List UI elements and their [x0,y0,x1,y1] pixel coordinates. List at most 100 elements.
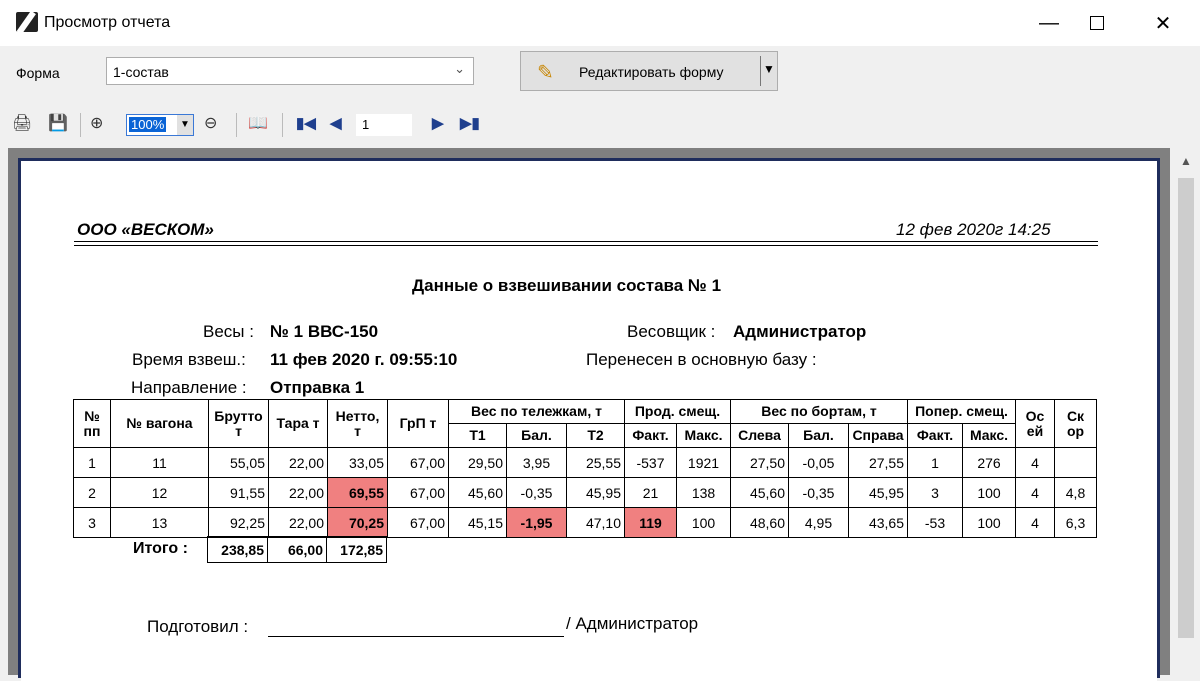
toolbar-divider [236,113,237,137]
header-wagon: № вагона [110,399,209,448]
cell: 3 [907,477,963,508]
minimize-icon: — [1039,11,1059,34]
header-right: Справа [848,423,908,448]
scroll-up-icon[interactable]: ▲ [1180,154,1192,168]
cell: 4,95 [788,507,849,538]
maximize-button[interactable] [1074,0,1120,46]
maximize-icon [1090,16,1104,30]
direction-value: Отправка 1 [270,378,365,397]
cell: 2 [73,477,111,508]
report-date: 12 фев 2020г 14:25 [896,220,1051,239]
cell: -0,35 [506,477,567,508]
cell: 48,60 [730,507,789,538]
dropdown-arrow-icon[interactable]: ▼ [763,62,775,76]
cell: 4 [1015,477,1055,508]
cell: 45,60 [448,477,507,508]
chevron-down-icon: ⌄ [454,61,465,76]
book-icon[interactable]: 📖 [248,113,268,133]
header-brutto: Брутто т [208,399,269,448]
last-page-icon[interactable]: ▶▮ [460,114,480,132]
totals-table: 238,85 66,00 172,85 [207,536,387,563]
cell: 1 [907,447,963,478]
cell: 100 [962,507,1016,538]
cell: 4 [1015,447,1055,478]
weigher-value: Администратор [733,322,867,341]
header-cross-group: Попер. смещ. [907,399,1016,424]
total-tara: 66,00 [267,536,327,563]
edit-form-label: Редактировать форму [579,64,724,80]
zoom-dropdown-icon[interactable]: ▼ [177,115,193,135]
cell: 55,05 [208,447,269,478]
close-button[interactable]: ✕ [1140,0,1186,46]
export-icon[interactable]: 💾 [48,113,68,133]
first-page-icon[interactable]: ▮◀ [296,114,316,132]
cell: 3,95 [506,447,567,478]
weigher-label: Весовщик : [627,322,716,341]
cell: 138 [676,477,731,508]
cell: 3 [73,507,111,538]
header-t1: Т1 [448,423,507,448]
cell: -0,35 [788,477,849,508]
print-icon[interactable]: 🖨 [12,113,32,133]
zoom-out-icon[interactable]: ⊖ [204,113,217,133]
table-row: 1 11 55,05 22,00 33,05 67,00 29,50 3,95 … [73,447,1097,478]
next-page-icon[interactable]: ▶ [432,114,444,132]
company-name: ООО «ВЕСКОМ» [77,220,214,239]
cell: 67,00 [387,507,449,538]
cell: 67,00 [387,447,449,478]
form-select[interactable]: 1-состав ⌄ [106,57,474,85]
header-netto: Нетто, т [327,399,388,448]
total-brutto: 238,85 [207,536,268,563]
cell: 22,00 [268,477,328,508]
form-toolbar: Форма 1-состав ⌄ ✎ Редактировать форму ▼ [0,46,1200,102]
totals-label: Итого : [133,540,188,557]
cell: -537 [624,447,677,478]
vertical-scrollbar[interactable]: ▲ [1172,148,1200,675]
header-fact1: Факт. [624,423,677,448]
cell: 43,65 [848,507,908,538]
toolbar-divider [282,113,283,137]
total-netto: 172,85 [326,536,387,563]
signature-line [268,636,564,637]
cell: 1 [73,447,111,478]
highlighted-cell: 70,25 [327,507,388,538]
prepared-label: Подготовил : [147,617,249,636]
zoom-in-icon[interactable]: ⊕ [90,113,103,133]
transferred-label: Перенесен в основную базу : [586,350,817,369]
edit-form-button[interactable]: ✎ Редактировать форму ▼ [520,51,778,91]
toolbar-divider [80,113,81,137]
report-toolbar: 🖨 💾 ⊕ 100% ▼ ⊖ 📖 ▮◀ ◀ 1 ▶ ▶▮ [0,102,1200,148]
cell: 22,00 [268,507,328,538]
prev-page-icon[interactable]: ◀ [330,114,342,132]
header-left: Слева [730,423,789,448]
table-row: 3 13 92,25 22,00 70,25 67,00 45,15 -1,95… [73,507,1097,538]
cell: 11 [110,447,209,478]
cell: 12 [110,477,209,508]
scrollbar-thumb[interactable] [1178,178,1194,638]
header-t2: Т2 [566,423,625,448]
header-side-group: Вес по бортам, т [730,399,908,424]
header-long-group: Прод. смещ. [624,399,731,424]
cell: 276 [962,447,1016,478]
header-bal2: Бал. [788,423,849,448]
page-number-input[interactable]: 1 [356,114,412,136]
table-row: 2 12 91,55 22,00 69,55 67,00 45,60 -0,35… [73,477,1097,508]
header-max1: Макс. [676,423,731,448]
cell: 47,10 [566,507,625,538]
time-label: Время взвеш.: [132,350,246,369]
report-title: Данные о взвешивании состава № 1 [412,276,722,295]
cell: -0,05 [788,447,849,478]
cell: 67,00 [387,477,449,508]
app-icon [16,12,38,32]
prepared-name: / Администратор [566,614,699,633]
header-rule [74,241,1098,242]
header-bal1: Бал. [506,423,567,448]
cell: 45,95 [566,477,625,508]
zoom-select[interactable]: 100% ▼ [126,114,194,136]
cell: 29,50 [448,447,507,478]
minimize-button[interactable]: — [1026,0,1072,46]
window-title: Просмотр отчета [44,14,171,31]
cell: 4 [1015,507,1055,538]
header-pp: № пп [73,399,111,448]
page-number-value: 1 [362,117,370,132]
